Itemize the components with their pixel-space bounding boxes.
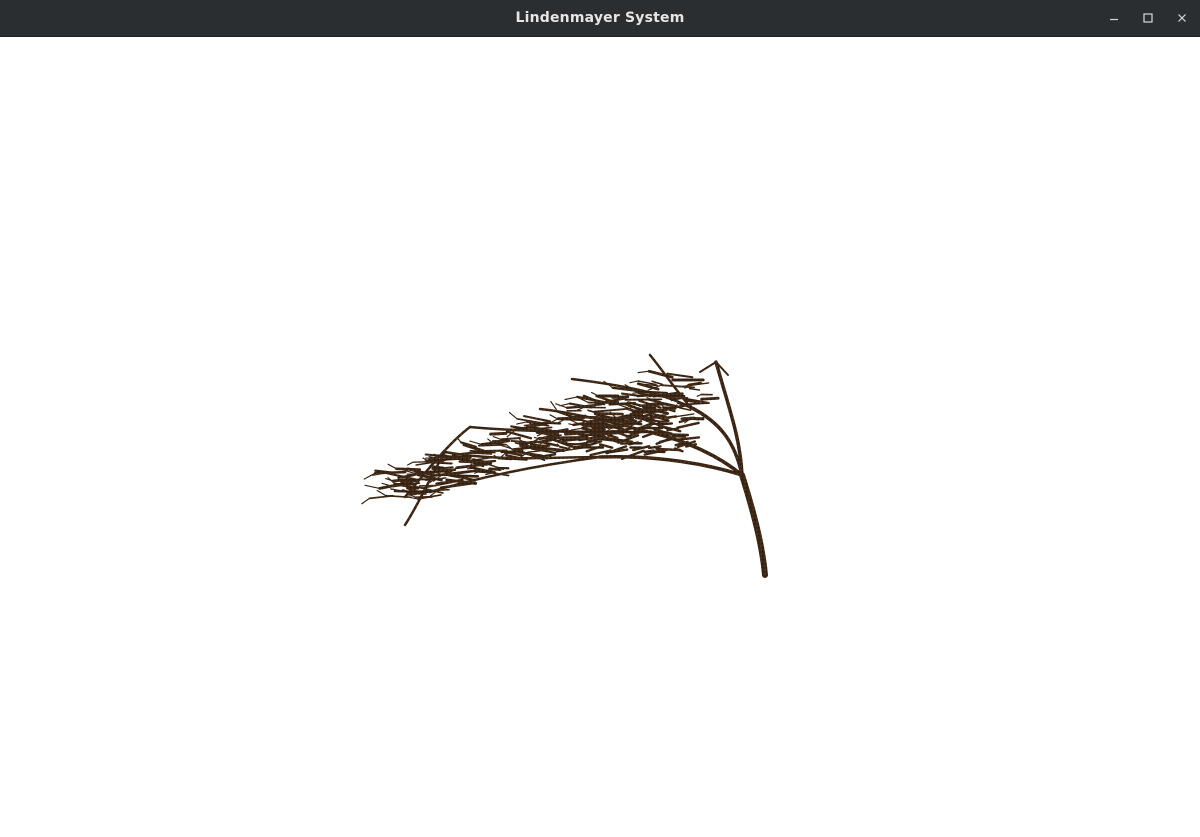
twig [504,457,528,461]
twig [643,449,655,454]
twig [570,427,584,431]
twig [510,439,527,443]
twig [608,399,620,404]
twig [508,411,518,420]
twig [666,415,678,419]
trunk [739,472,768,578]
twig [657,422,674,426]
twig [700,396,720,401]
title-bar[interactable]: Lindenmayer System [0,0,1200,37]
twig [676,421,700,429]
maximize-icon [1142,12,1154,24]
twig [499,436,522,441]
twig [472,460,491,464]
twig [696,393,702,397]
twig [636,394,651,398]
twig [481,451,496,454]
twig [611,395,630,399]
twig [662,406,677,410]
close-icon [1176,12,1188,24]
twig [376,489,387,497]
twig [537,436,561,440]
twig [632,392,640,394]
twig [642,408,668,412]
twig [688,387,701,391]
twig [456,437,462,443]
lsystem-plant-render [361,353,768,578]
twig [407,461,414,466]
twig [437,455,454,459]
twig [655,436,675,445]
twig [477,470,490,474]
twig [487,438,493,443]
maximize-button[interactable] [1135,5,1161,31]
minimize-button[interactable] [1101,5,1127,31]
twig [637,370,650,374]
twig [564,396,578,401]
twig [361,497,370,505]
twig [492,436,502,440]
twig [516,421,528,425]
twig [583,415,608,420]
twig [429,461,453,465]
twig [519,444,535,449]
twig [489,431,508,436]
twig [593,407,629,413]
twig [671,435,687,438]
twig [363,472,376,480]
twig [556,416,586,420]
twig [364,484,381,489]
plant-branches [361,353,768,578]
app-window: Lindenmayer System [0,0,1200,837]
render-viewport[interactable] [0,37,1200,837]
minimize-icon [1108,12,1120,24]
close-button[interactable] [1169,5,1195,31]
twig [611,430,624,433]
twig [665,392,684,396]
twig [469,440,483,445]
twig [518,440,539,446]
twig [699,361,717,373]
twig [368,494,394,500]
twig [629,380,639,384]
twig [647,445,662,450]
window-title: Lindenmayer System [515,10,685,26]
twig [387,463,398,470]
